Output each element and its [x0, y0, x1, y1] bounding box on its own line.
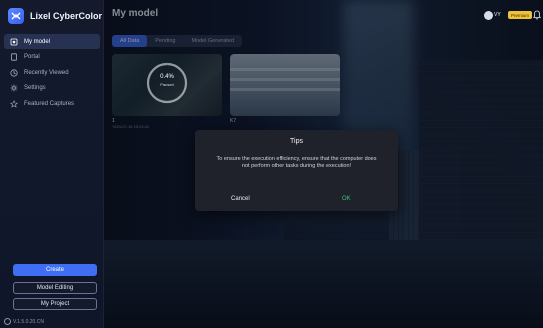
tips-dialog: Tips To ensure the execution efficiency,…: [195, 130, 398, 211]
sidebar: Lixel CyberColor My model Portal Recentl…: [0, 0, 104, 328]
ok-button[interactable]: OK: [342, 196, 351, 202]
brand-logo-icon: [8, 8, 24, 24]
my-project-button[interactable]: My Project: [13, 298, 97, 310]
bell-icon[interactable]: [533, 10, 541, 20]
sidebar-item-label: Portal: [24, 54, 40, 60]
progress-percent: 0.4%: [160, 74, 174, 80]
sidebar-nav: My model Portal Recently Viewed Settings: [4, 34, 100, 112]
sidebar-item-recently-viewed[interactable]: Recently Viewed: [4, 65, 100, 80]
brand-name: Lixel CyberColor: [30, 11, 103, 21]
dialog-title: Tips: [290, 138, 303, 145]
sidebar-item-settings[interactable]: Settings: [4, 81, 100, 96]
star-icon: [10, 99, 18, 108]
clock-icon: [10, 68, 18, 77]
brand: Lixel CyberColor: [8, 8, 102, 24]
sidebar-item-featured-captures[interactable]: Featured Captures: [4, 96, 100, 111]
dialog-message: To ensure the execution efficiency, ensu…: [216, 156, 377, 169]
sidebar-item-label: Featured Captures: [24, 100, 75, 107]
info-icon: [4, 318, 11, 325]
version-text: V.1.5.0.20.CN: [13, 318, 44, 325]
user-name[interactable]: VY: [494, 12, 501, 18]
version-info: V.1.5.0.20.CN: [4, 318, 44, 325]
app-window: Lixel CyberColor My model Portal Recentl…: [0, 0, 543, 328]
cancel-button[interactable]: Cancel: [231, 196, 250, 202]
sidebar-item-label: Settings: [24, 85, 46, 91]
create-button[interactable]: Create: [13, 264, 97, 276]
sidebar-item-label: My model: [24, 38, 51, 45]
portal-icon: [10, 53, 18, 61]
sidebar-item-label: Recently Viewed: [24, 69, 69, 76]
gear-icon: [10, 84, 18, 92]
model-icon: [10, 38, 18, 46]
progress-state: Paused: [160, 82, 174, 87]
sidebar-item-portal[interactable]: Portal: [4, 50, 100, 65]
sidebar-item-my-model[interactable]: My model: [4, 34, 100, 49]
avatar[interactable]: [484, 11, 493, 20]
model-editing-button[interactable]: Model Editing: [13, 282, 97, 294]
premium-badge: Premium: [508, 11, 533, 19]
